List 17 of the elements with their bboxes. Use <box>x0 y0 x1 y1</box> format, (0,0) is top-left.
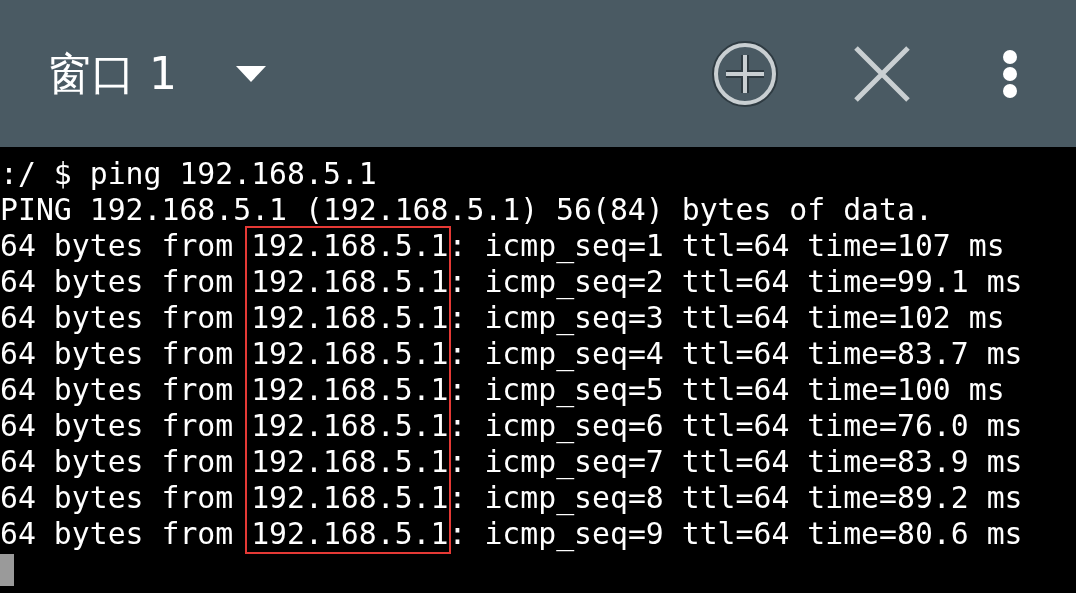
add-icon[interactable] <box>711 39 779 108</box>
terminal-line: PING 192.168.5.1 (192.168.5.1) 56(84) bytes of data. <box>0 192 934 228</box>
terminal-line: 64 bytes from 192.168.5.1: icmp_seq=1 ttl=64 time=107 ms <box>0 228 1006 264</box>
terminal-line: 64 bytes from 192.168.5.1: icmp_seq=5 ttl=64 time=100 ms <box>0 372 1006 408</box>
dropdown-caret-icon[interactable] <box>235 64 267 83</box>
window-title[interactable]: 窗口 1 <box>47 40 177 107</box>
terminal-line: 64 bytes from 192.168.5.1: icmp_seq=6 ttl=64 time=76.0 ms <box>0 408 1024 444</box>
terminal-line: 64 bytes from 192.168.5.1: icmp_seq=9 ttl=64 time=80.6 ms <box>0 516 1024 552</box>
cursor <box>0 554 14 586</box>
close-icon[interactable] <box>853 44 911 103</box>
terminal-line: :/ $ ping 192.168.5.1 <box>0 156 378 192</box>
terminal-line: 64 bytes from 192.168.5.1: icmp_seq=8 ttl=64 time=89.2 ms <box>0 480 1024 516</box>
terminal-line: 64 bytes from 192.168.5.1: icmp_seq=3 ttl=64 time=102 ms <box>0 300 1006 336</box>
terminal-line: 64 bytes from 192.168.5.1: icmp_seq=2 ttl=64 time=99.1 ms <box>0 264 1024 300</box>
more-options-icon[interactable] <box>1002 48 1018 99</box>
terminal-line: 64 bytes from 192.168.5.1: icmp_seq=7 ttl=64 time=83.9 ms <box>0 444 1024 480</box>
terminal-line: 64 bytes from 192.168.5.1: icmp_seq=4 ttl=64 time=83.7 ms <box>0 336 1024 372</box>
